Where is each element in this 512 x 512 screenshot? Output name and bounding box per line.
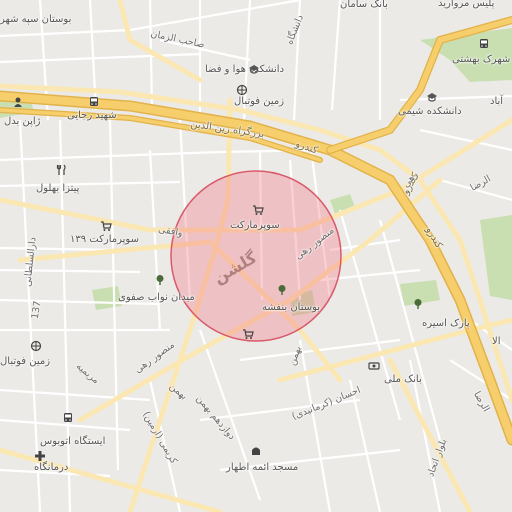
school-icon[interactable] bbox=[426, 92, 438, 104]
label-137: 137 bbox=[29, 300, 44, 320]
label-behdasht[interactable]: شهرک بهشتی bbox=[452, 54, 510, 66]
bus-stop-icon[interactable] bbox=[478, 38, 490, 50]
cart-icon[interactable] bbox=[242, 328, 254, 340]
label-morvarid[interactable]: پلیس مروارید bbox=[438, 0, 494, 10]
mosque-icon[interactable] bbox=[250, 444, 262, 456]
label-stop[interactable]: ایستگاه اتوبوس bbox=[40, 436, 105, 448]
cart-icon[interactable] bbox=[100, 220, 112, 232]
cart-icon[interactable] bbox=[252, 204, 264, 216]
sport-icon[interactable] bbox=[30, 340, 42, 352]
label-clinic[interactable]: درمانگاه bbox=[34, 462, 68, 474]
label-shimi[interactable]: دانشکده شیمی bbox=[398, 106, 462, 118]
label-rajaei[interactable]: شهید رجایی bbox=[67, 110, 117, 122]
label-bostan-sepah[interactable]: بوستان سپه شهر bbox=[0, 14, 71, 26]
tree-icon[interactable] bbox=[276, 284, 288, 296]
label-alad: الا bbox=[492, 336, 501, 347]
bus-stop-icon[interactable] bbox=[88, 96, 100, 108]
map-view[interactable]: بوستان سپه شهر بانک سامان پلیس مروارید د… bbox=[0, 0, 512, 512]
label-mosque[interactable]: مسجد ائمه اطهار bbox=[226, 462, 298, 474]
label-navab[interactable]: میدان نواب صفوی bbox=[118, 292, 195, 304]
sport-icon[interactable] bbox=[236, 84, 248, 96]
label-zamin-football-south[interactable]: زمین فوتبال bbox=[0, 356, 50, 368]
label-japan[interactable]: ژاپن بدل bbox=[4, 116, 40, 128]
label-supermarket[interactable]: سوپرمارکت bbox=[230, 220, 280, 232]
school-icon[interactable] bbox=[248, 64, 260, 76]
label-zamin-football-north[interactable]: زمین فوتبال bbox=[234, 96, 284, 108]
restaurant-icon[interactable] bbox=[56, 164, 68, 176]
label-abad: آباد bbox=[490, 96, 504, 107]
label-pizza[interactable]: پیتزا بهلول bbox=[36, 183, 79, 195]
clinic-icon[interactable] bbox=[34, 450, 46, 462]
bus-stop-icon[interactable] bbox=[62, 412, 74, 424]
label-banafshe[interactable]: بوستان بنفشه bbox=[262, 302, 320, 314]
label-bank-saman[interactable]: بانک سامان bbox=[340, 0, 388, 11]
tree-icon[interactable] bbox=[154, 274, 166, 286]
label-supermarket-139[interactable]: سوپرمارکت ۱۳۹ bbox=[70, 234, 139, 246]
label-asireh[interactable]: پارک اسیره bbox=[422, 318, 470, 330]
label-bank-melli[interactable]: بانک ملی bbox=[384, 374, 422, 386]
label-havafaza[interactable]: دانشکده هوا و فضا bbox=[205, 64, 284, 76]
bank-icon[interactable] bbox=[368, 360, 380, 372]
tree-icon[interactable] bbox=[412, 298, 424, 310]
japan-icon[interactable] bbox=[12, 96, 24, 108]
